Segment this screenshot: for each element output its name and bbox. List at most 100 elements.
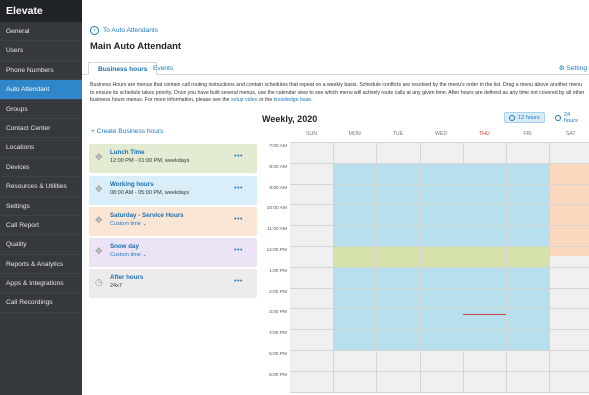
calendar-title: Weekly, 2020 [262,114,318,124]
day-header-tue: TUE [392,131,404,137]
grid-hour-line [290,204,589,206]
tab-bar: Business hours Events ⚙ Setting [82,60,589,75]
time-label: 11:00 AM [267,227,287,233]
drag-handle-icon[interactable]: ✥ [95,215,103,226]
time-label: 6:00 PM [269,372,287,378]
menu-card-working-hours[interactable]: ✥ Working hours 08:00 AM - 05:00 PM, wee… [89,176,257,205]
sidebar-item-devices[interactable]: Devices [0,158,82,178]
drag-handle-icon[interactable]: ✥ [95,184,103,195]
back-arrow-icon: ‹ [90,26,99,35]
setup-video-link[interactable]: setup video [231,97,258,103]
zoom-24-hours-button[interactable]: 24 hours [551,112,589,124]
clock-icon: ◷ [95,277,103,287]
menu-schedule: 24x7 [110,283,122,289]
more-options-icon[interactable]: ••• [234,216,243,223]
day-header-sat: SAT [565,131,576,137]
grid-hour-line [290,329,589,331]
saturday-service-block[interactable] [549,162,589,257]
more-options-icon[interactable]: ••• [234,247,243,254]
day-header-mon: MON [348,131,361,137]
tab-business-hours[interactable]: Business hours [88,62,158,75]
menu-name: Snow day [110,243,139,250]
sidebar-item-auto-attendant[interactable]: Auto Attendant [0,80,82,100]
page-title: Main Auto Attendant [90,40,181,51]
brand-logo: Elevate [0,0,82,22]
grid-day-line [462,142,464,392]
sidebar-item-apps-integrations[interactable]: Apps & Integrations [0,274,82,294]
time-label: 2:00 PM [269,289,287,295]
menu-card-after-hours[interactable]: ◷ After hours 24x7 ••• [89,269,257,298]
grid-day-line [506,142,507,392]
zoom-12-hours-button[interactable]: 12 hours [504,112,545,123]
grid-day-line [376,142,378,392]
time-label: 7:00 AM [269,144,287,149]
current-time-indicator [462,313,506,315]
more-options-icon[interactable]: ••• [234,278,243,285]
menu-name: Saturday - Service Hours [110,212,184,219]
grid-hour-line [290,391,589,393]
grid-hour-line [290,287,589,289]
custom-time-dropdown[interactable]: Custom time ⌄ [110,221,147,227]
grid-day-line [419,142,421,392]
time-label: 12:00 PM [266,248,287,253]
grid-hour-line [290,225,589,227]
grid-hour-line [290,350,589,351]
menu-schedule: 08:00 AM - 05:00 PM, weekdays [110,190,190,196]
sidebar-nav: General Users Phone Numbers Auto Attendant G… [0,22,82,313]
tab-events[interactable]: Events [153,62,173,75]
more-options-icon[interactable]: ••• [234,153,243,160]
grid-hour-line [290,162,589,164]
back-to-auto-attendants-link[interactable]: ‹ To Auto Attendants [90,25,158,36]
menu-card-saturday-service-hours[interactable]: ✥ Saturday - Service Hours Custom time ⌄… [89,207,257,236]
knowledge-base-link[interactable]: knowledge base [274,97,312,103]
create-business-hours-button[interactable]: + Create Business hours [91,128,163,135]
sidebar-item-call-recordings[interactable]: Call Recordings [0,293,82,313]
drag-handle-icon[interactable]: ✥ [95,246,103,257]
calendar-grid[interactable] [290,142,589,393]
grid-day-line [549,142,551,392]
grid-day-line [333,142,335,392]
menu-card-snow-day[interactable]: ✥ Snow day Custom time ⌄ ••• [89,238,257,267]
gear-icon: ⚙ [558,65,565,72]
sidebar-item-locations[interactable]: Locations [0,138,82,158]
grid-hour-line [290,370,589,372]
clock-icon [555,114,561,121]
day-header-wed: WED [435,131,448,137]
lunch-time-block[interactable] [333,246,550,267]
menu-schedule: 12:00 PM - 01:00 PM, weekdays [110,158,190,164]
menu-name: After hours [110,274,144,281]
settings-button[interactable]: ⚙ Setting [559,62,587,75]
sidebar-item-users[interactable]: Users [0,41,82,61]
day-header-fri: FRI [523,131,532,137]
sidebar-item-groups[interactable]: Groups [0,100,82,119]
grid-hour-line [290,142,589,143]
time-label: 1:00 PM [269,268,287,274]
sidebar-item-contact-center[interactable]: Contact Center [0,119,82,139]
settings-label: Setting [566,65,587,72]
grid-hour-line [290,246,589,247]
sidebar-item-reports-analytics[interactable]: Reports & Analytics [0,255,82,275]
time-label: 3:00 PM [269,310,287,316]
menu-name: Working hours [110,181,154,188]
menu-name: Lunch Time [110,149,145,156]
drag-handle-icon[interactable]: ✥ [95,152,103,163]
time-label: 8:00 AM [269,164,287,170]
more-options-icon[interactable]: ••• [234,185,243,192]
sidebar-item-settings[interactable]: Settings [0,197,82,216]
time-label: 10:00 AM [266,206,287,212]
sidebar-item-quality[interactable]: Quality [0,235,82,255]
custom-time-dropdown[interactable]: Custom time ⌄ [110,252,147,258]
sidebar: Elevate General Users Phone Numbers Auto At… [0,0,82,395]
menu-card-lunch-time[interactable]: ✥ Lunch Time 12:00 PM - 01:00 PM, weekda… [89,144,257,173]
sidebar-item-call-report[interactable]: Call Report [0,216,82,236]
time-label: 9:00 AM [269,185,287,191]
sidebar-item-phone-numbers[interactable]: Phone Numbers [0,61,82,81]
grid-hour-line [290,183,589,185]
grid-hour-line [290,308,589,310]
business-hours-description: Business Hours are menus that contain ca… [90,82,585,104]
time-label: 4:00 PM [269,331,287,337]
grid-hour-line [290,266,589,268]
sidebar-item-resources-utilities[interactable]: Resources & Utilities [0,177,82,197]
day-header-sun: SUN [306,131,317,137]
sidebar-item-general[interactable]: General [0,22,82,42]
